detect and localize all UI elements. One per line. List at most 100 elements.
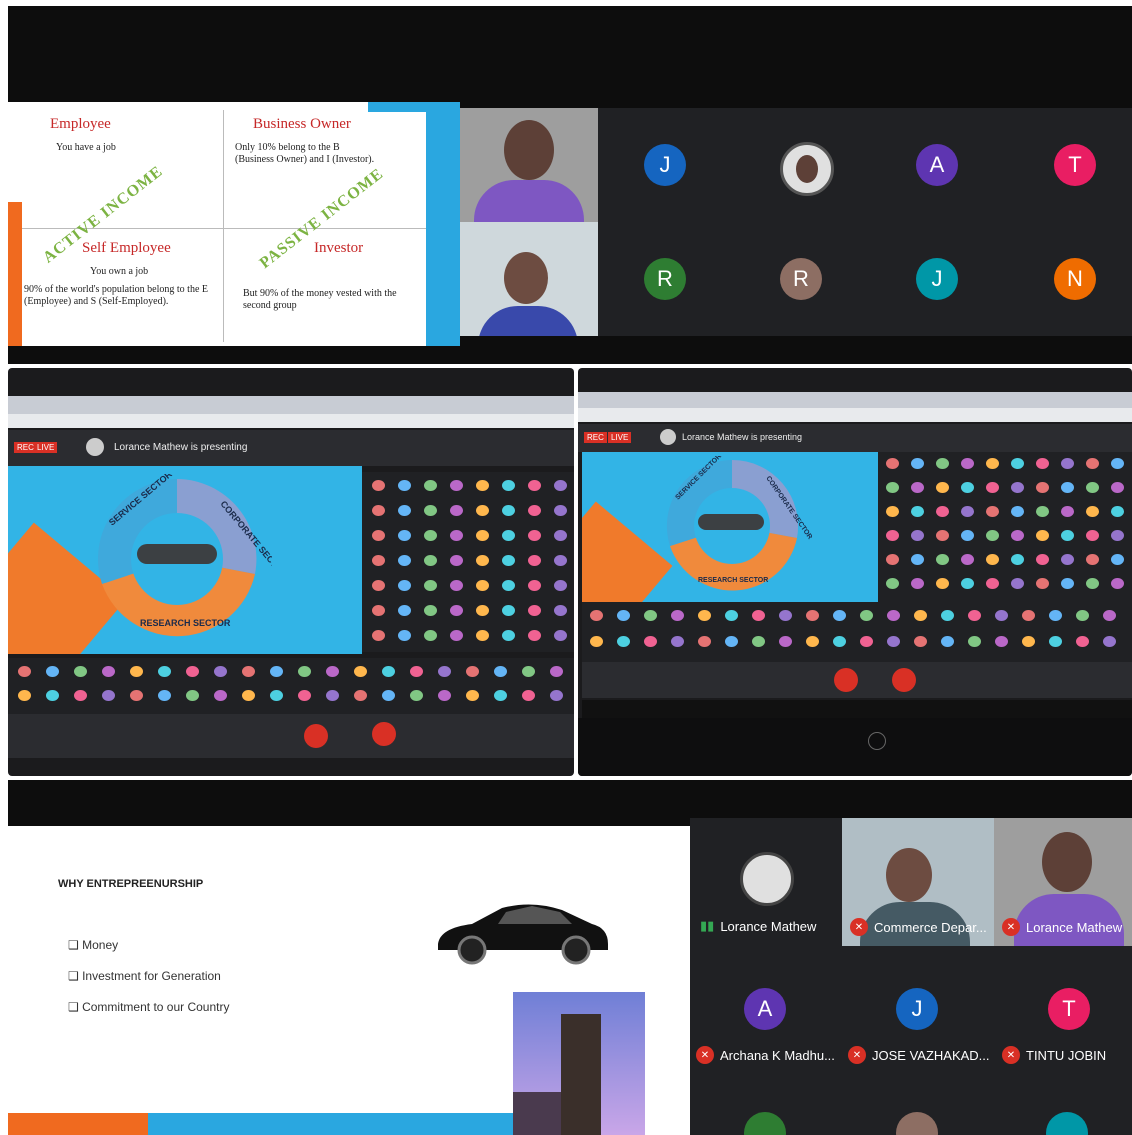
participant-thumbnail-dot (968, 610, 981, 621)
participant-thumbnail-dot (860, 636, 873, 647)
participant-thumbnail-dot (554, 555, 567, 566)
participant-thumbnail-dot (936, 578, 949, 589)
participant-thumbnail-dot (986, 578, 999, 589)
leave-call-button[interactable] (892, 668, 916, 692)
participant-thumbnail-dot (424, 505, 437, 516)
participant-thumbnail-dot (424, 555, 437, 566)
participant-thumbnail-dot (698, 610, 711, 621)
participant-thumbnail-dot (398, 630, 411, 641)
participant-thumbnail-dot (1022, 636, 1035, 647)
participant-thumbnail-dot (886, 506, 899, 517)
participant-tile[interactable]: ▮▮ Lorance Mathew (690, 818, 842, 946)
participant-thumbnail-dot (806, 636, 819, 647)
participant-thumbnail-dot (372, 605, 385, 616)
participant-thumbnail-dot (450, 555, 463, 566)
q2-text: Only 10% belong to the B (Business Owner… (235, 142, 375, 165)
participant-thumbnail-dot (1103, 610, 1116, 621)
rec-badge: REC (584, 432, 607, 443)
participant-thumbnail-dot (1086, 506, 1099, 517)
participant-photo-avatar[interactable] (780, 142, 834, 196)
meet-control-bar (8, 714, 574, 758)
meet-topbar: REC LIVE Lorance Mathew is presenting (8, 430, 574, 466)
meet-screenshot-3: REC LIVE Lorance Mathew is presenting SE… (578, 368, 1132, 776)
mic-button[interactable] (834, 668, 858, 692)
participant-tile[interactable]: T ✕ TINTU JOBIN (994, 958, 1132, 1078)
participant-avatar[interactable]: R (644, 258, 686, 300)
video-tile-participant[interactable] (460, 222, 598, 336)
participant-thumbnail-dot (961, 506, 974, 517)
participant-grid: J A T R R J N (598, 108, 1132, 336)
participant-thumbnail-dot (476, 480, 489, 491)
participant-avatar[interactable]: T (1054, 144, 1096, 186)
participant-thumbnail-dot (1036, 554, 1049, 565)
participant-thumbnail-dot (554, 530, 567, 541)
participant-tile[interactable]: A ✕ Archana K Madhu... (690, 958, 842, 1078)
bullet-item: ❑ Investment for Generation (68, 969, 221, 983)
participant-thumbnail-dot (382, 690, 395, 701)
participant-thumbnail-dot (502, 480, 515, 491)
participant-thumbnail-dot (270, 690, 283, 701)
participant-thumbnail-dot (554, 605, 567, 616)
leave-call-button[interactable] (372, 722, 396, 746)
browser-addressbar[interactable] (578, 408, 1132, 422)
participant-thumbnail-dot (1011, 482, 1024, 493)
participant-thumbnail-dot (961, 530, 974, 541)
participant-thumbnail-dot (961, 578, 974, 589)
participant-avatar: T (1048, 988, 1090, 1030)
participant-thumbnail-dot (398, 505, 411, 516)
participant-thumbnail-dot (270, 666, 283, 677)
live-badge: LIVE (608, 432, 632, 443)
participant-avatar[interactable]: N (1054, 258, 1096, 300)
participant-thumbnail-dot (779, 610, 792, 621)
participant-thumbnail-dot (961, 554, 974, 565)
q2-title: Business Owner (253, 116, 351, 132)
person-body (474, 180, 584, 222)
car-image (438, 904, 608, 965)
participant-thumbnail-dot (554, 630, 567, 641)
quadrant-divider-v (223, 110, 224, 342)
participant-avatar[interactable]: R (780, 258, 822, 300)
participant-avatar-partial[interactable] (1046, 1112, 1088, 1135)
participant-avatar-partial[interactable] (744, 1112, 786, 1135)
q1-title: Employee (50, 116, 111, 132)
participant-thumbnail-dot (410, 690, 423, 701)
participant-thumbnail-dot (1111, 578, 1124, 589)
participant-thumbnail-dot (130, 666, 143, 677)
participant-thumbnail-dot (833, 636, 846, 647)
participant-thumbnail-dot (1111, 530, 1124, 541)
browser-tabstrip (578, 392, 1132, 408)
participant-thumbnail-dot (528, 630, 541, 641)
participant-thumbnail-dot (1036, 506, 1049, 517)
participant-avatar[interactable]: J (916, 258, 958, 300)
browser-addressbar[interactable] (8, 414, 574, 428)
participant-thumbnail-dot (158, 666, 171, 677)
participant-thumbnail-dot (398, 480, 411, 491)
participant-thumbnail-dot (326, 666, 339, 677)
participant-thumbnail-dot (494, 690, 507, 701)
participant-thumbnail-dot (590, 610, 603, 621)
presented-slide: SERVICE SECTOR CORPORATE SECTOR RESEARCH… (8, 466, 362, 654)
participant-tile[interactable]: J ✕ JOSE VAZHAKAD... (842, 958, 994, 1078)
participant-thumbnail-dot (450, 480, 463, 491)
person-head (1042, 832, 1092, 892)
participant-thumbnail-dot (1011, 530, 1024, 541)
mic-button[interactable] (304, 724, 328, 748)
participant-thumbnail-dot (410, 666, 423, 677)
participant-thumbnail-dot (1111, 554, 1124, 565)
participant-avatar[interactable]: J (644, 144, 686, 186)
participant-thumbnail-dot (911, 482, 924, 493)
participant-thumbnail-dot (354, 690, 367, 701)
participant-avatar-partial[interactable] (896, 1112, 938, 1135)
q3-text: 90% of the world's population belong to … (24, 284, 208, 307)
participant-name: ▮▮ Lorance Mathew (700, 918, 817, 934)
participant-thumbnail-dot (554, 580, 567, 591)
video-tile-presenter[interactable] (460, 108, 598, 222)
participant-thumbnail-dot (522, 666, 535, 677)
participant-thumbnail-dot (528, 505, 541, 516)
participant-thumbnail-dot (74, 666, 87, 677)
participant-tile[interactable]: ✕ Commerce Depar... (842, 818, 994, 946)
participant-avatar[interactable]: A (916, 144, 958, 186)
participant-tile[interactable]: ✕ Lorance Mathew (994, 818, 1132, 946)
browser-tabstrip (8, 396, 574, 414)
participant-thumbnail-dot (450, 630, 463, 641)
